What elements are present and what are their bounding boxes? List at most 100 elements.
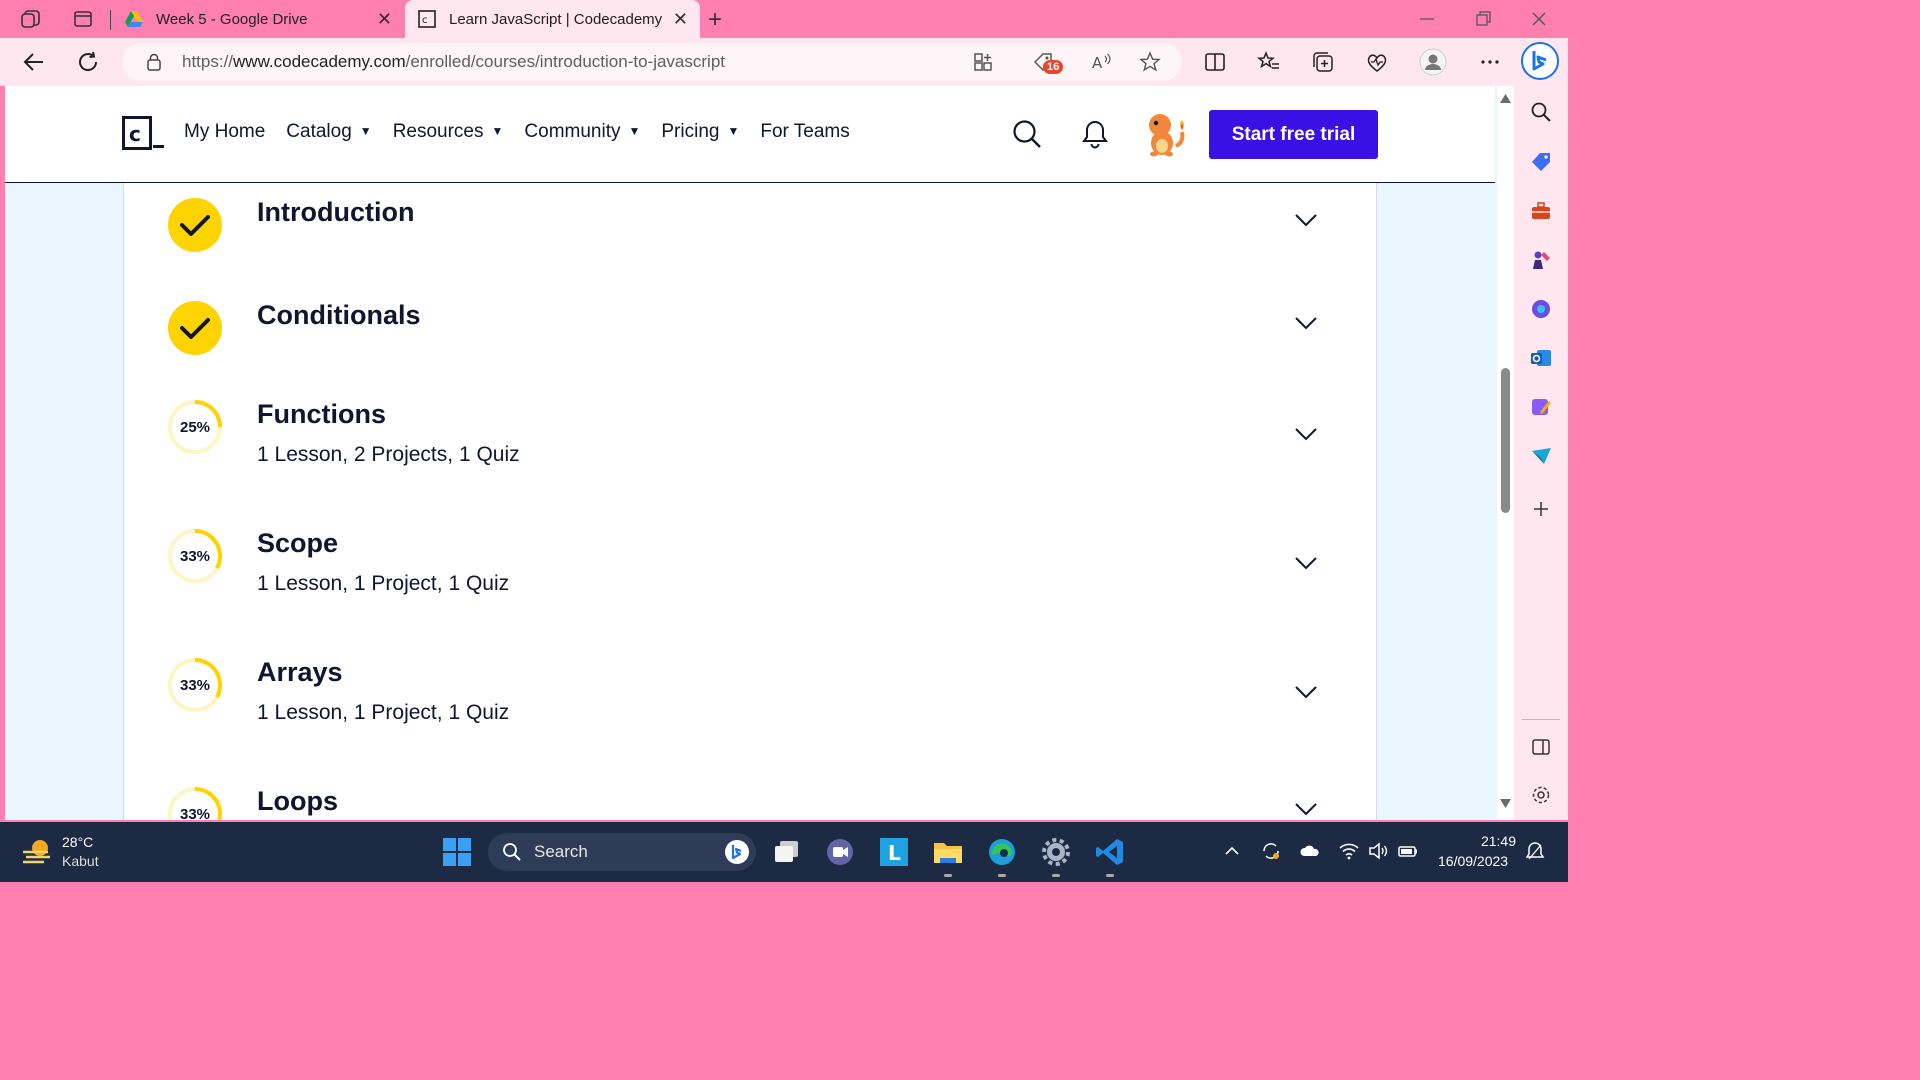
task-view-icon[interactable] [772, 837, 802, 867]
module-title[interactable]: Loops [257, 786, 338, 817]
course-syllabus-card: Introduction Conditionals 25% Functions 1 Le… [123, 183, 1377, 820]
svg-text:c: c [129, 122, 141, 146]
sync-icon[interactable] [1260, 840, 1282, 862]
clock-date[interactable]: 16/09/2023 [1438, 853, 1508, 869]
tab-codecademy[interactable]: c Learn JavaScript | Codecademy ✕ [405, 0, 700, 38]
vscode-icon[interactable] [1095, 837, 1125, 867]
split-screen-icon[interactable] [1203, 50, 1227, 74]
edge-browser-icon[interactable] [987, 837, 1017, 867]
restore-icon[interactable] [1474, 10, 1492, 28]
clock-time[interactable]: 21:49 [1472, 833, 1516, 849]
module-title[interactable]: Introduction [257, 197, 414, 228]
close-window-icon[interactable] [1530, 10, 1548, 28]
nav-for-teams[interactable]: For Teams [760, 121, 849, 143]
teams-chat-icon[interactable] [825, 837, 855, 867]
new-tab-button[interactable]: + [708, 6, 722, 34]
collections-icon[interactable] [1311, 50, 1335, 74]
tab-actions-icon[interactable] [72, 8, 94, 30]
weather-temperature[interactable]: 28°C [62, 834, 93, 850]
tools-sidebar-icon[interactable] [1530, 200, 1552, 222]
send-sidebar-icon[interactable] [1530, 445, 1552, 467]
module-title[interactable]: Scope [257, 528, 338, 559]
module-contents: 1 Lesson, 1 Project, 1 Quiz [257, 701, 510, 724]
minimize-icon[interactable] [1418, 10, 1436, 28]
favorite-star-icon[interactable] [1139, 51, 1161, 73]
tab-google-drive[interactable]: Week 5 - Google Drive ✕ [112, 0, 404, 38]
wifi-icon[interactable] [1338, 840, 1360, 862]
module-title[interactable]: Functions [257, 399, 386, 430]
refresh-icon[interactable] [76, 50, 100, 74]
expand-chevron-icon[interactable] [1294, 802, 1318, 816]
close-tab-icon[interactable]: ✕ [377, 9, 392, 30]
add-sidebar-app-icon[interactable] [1530, 498, 1552, 520]
module-row-conditionals[interactable]: Conditionals [124, 300, 1378, 410]
complete-check-icon [168, 198, 222, 252]
favorites-icon[interactable] [1257, 50, 1281, 74]
settings-gear-icon[interactable] [1041, 837, 1071, 867]
sidebar-settings-icon[interactable] [1530, 784, 1552, 806]
scroll-thumb[interactable] [1501, 368, 1510, 513]
nav-label: Catalog [286, 121, 352, 142]
hide-sidebar-icon[interactable] [1530, 736, 1552, 758]
workspaces-icon[interactable] [20, 8, 42, 30]
battery-icon[interactable] [1397, 840, 1419, 862]
codecademy-logo-icon[interactable]: c [122, 116, 166, 150]
expand-chevron-icon[interactable] [1294, 427, 1318, 441]
module-row-scope[interactable]: 33% Scope 1 Lesson, 1 Project, 1 Quiz [124, 528, 1378, 638]
browser-essentials-icon[interactable] [1365, 50, 1389, 74]
games-sidebar-icon[interactable] [1530, 249, 1552, 271]
nav-resources[interactable]: Resources ▼ [393, 121, 504, 143]
module-title[interactable]: Conditionals [257, 300, 421, 331]
notification-bell-icon[interactable] [1082, 119, 1108, 149]
module-title[interactable]: Arrays [257, 657, 343, 688]
nav-catalog[interactable]: Catalog ▼ [286, 121, 371, 143]
back-icon[interactable] [22, 50, 46, 74]
nav-my-home[interactable]: My Home [184, 121, 265, 143]
user-avatar[interactable] [1138, 108, 1190, 160]
app-l-icon[interactable]: L [879, 837, 909, 867]
profile-avatar-icon[interactable] [1419, 48, 1447, 76]
scroll-up-arrow-icon[interactable] [1500, 94, 1511, 103]
expand-chevron-icon[interactable] [1294, 316, 1318, 330]
designer-sidebar-icon[interactable] [1530, 396, 1552, 418]
nav-pricing[interactable]: Pricing ▼ [661, 121, 739, 143]
copilot-sidebar-icon[interactable] [1530, 298, 1552, 320]
outlook-sidebar-icon[interactable] [1530, 347, 1552, 369]
module-row-arrays[interactable]: 33% Arrays 1 Lesson, 1 Project, 1 Quiz [124, 657, 1378, 767]
module-row-introduction[interactable]: Introduction [124, 197, 1378, 307]
search-icon[interactable] [1012, 119, 1042, 149]
app-available-icon[interactable] [972, 51, 994, 73]
weather-hazy-icon[interactable] [20, 836, 54, 868]
progress-percent-label: 33% [180, 548, 210, 565]
expand-chevron-icon[interactable] [1294, 556, 1318, 570]
expand-chevron-icon[interactable] [1294, 685, 1318, 699]
close-tab-icon[interactable]: ✕ [673, 9, 688, 30]
progress-percent-label: 33% [180, 806, 210, 820]
url-text[interactable]: https://www.codecademy.com/enrolled/cour… [182, 52, 725, 72]
notifications-icon[interactable] [1524, 840, 1546, 862]
volume-icon[interactable] [1367, 840, 1389, 862]
weather-condition[interactable]: Kabut [62, 853, 99, 869]
nav-community[interactable]: Community ▼ [524, 121, 640, 143]
read-aloud-icon[interactable]: A [1090, 51, 1112, 73]
show-hidden-icons-icon[interactable] [1221, 840, 1243, 862]
module-row-loops[interactable]: 33% Loops [124, 786, 1378, 820]
search-sidebar-icon[interactable] [1530, 101, 1552, 123]
bing-chat-icon[interactable] [724, 839, 750, 865]
taskbar-search-box[interactable]: Search [488, 833, 756, 871]
expand-chevron-icon[interactable] [1294, 213, 1318, 227]
lock-icon[interactable] [146, 53, 162, 71]
windows-start-icon[interactable] [442, 837, 472, 867]
address-bar[interactable]: https://www.codecademy.com/enrolled/cour… [122, 43, 1182, 81]
onedrive-cloud-icon[interactable] [1299, 840, 1321, 862]
scroll-down-arrow-icon[interactable] [1500, 799, 1511, 808]
more-menu-icon[interactable] [1478, 50, 1502, 74]
shopping-sidebar-icon[interactable] [1530, 150, 1552, 172]
running-indicator [998, 874, 1006, 877]
module-row-functions[interactable]: 25% Functions 1 Lesson, 2 Projects, 1 Quiz [124, 399, 1378, 509]
sidebar-divider [1522, 719, 1560, 720]
start-free-trial-button[interactable]: Start free trial [1209, 110, 1378, 159]
file-explorer-icon[interactable] [933, 837, 963, 867]
page-scrollbar[interactable] [1497, 86, 1514, 820]
bing-copilot-icon[interactable] [1521, 42, 1559, 80]
